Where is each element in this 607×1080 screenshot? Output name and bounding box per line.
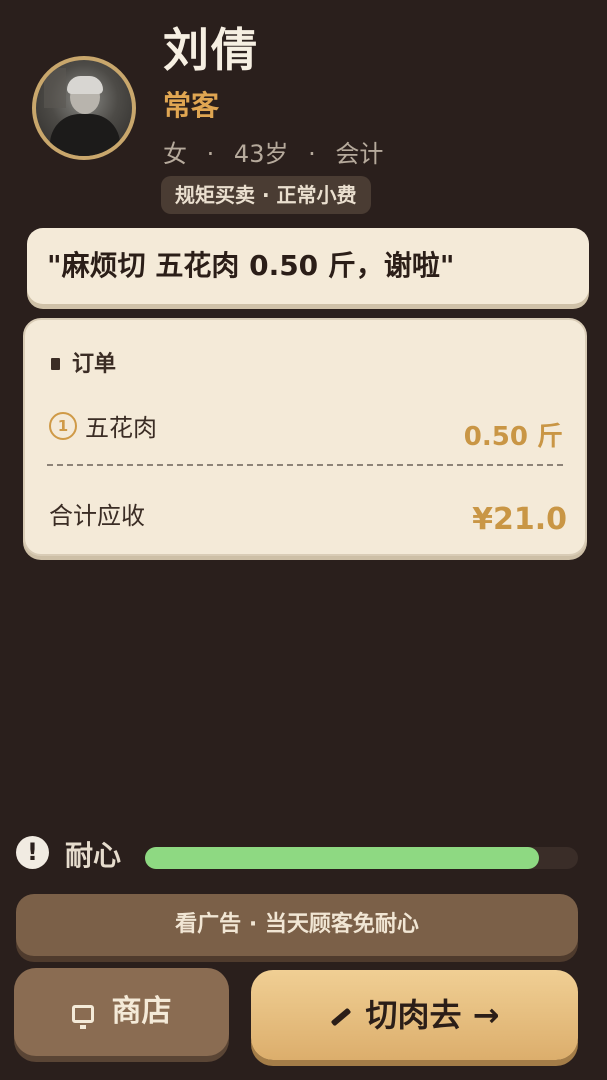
patience-bar-fill <box>145 847 540 869</box>
item-quantity: 0.50 斤 <box>463 422 563 452</box>
customer-age: 43岁 <box>233 140 289 168</box>
customer-speech: "麻烦切 五花肉 0.50 斤，谢啦" <box>27 228 589 304</box>
customer-info: 女 · 43岁 · 会计 <box>163 134 383 169</box>
info-separator: · <box>206 140 215 168</box>
shop-button-label: 商店 <box>111 994 172 1029</box>
knife-icon <box>330 1007 351 1027</box>
order-title: 订单 <box>72 352 117 377</box>
customer-trait-badge: 规矩买卖 · 正常小费 <box>161 176 371 214</box>
divider <box>47 464 563 466</box>
customer-gender: 女 <box>163 140 187 168</box>
total-label: 合计应收 <box>49 502 145 530</box>
patience-label: 耐心 <box>65 839 122 872</box>
monitor-icon <box>71 1005 94 1029</box>
item-name: 五花肉 <box>85 414 157 442</box>
customer-name: 刘倩 <box>163 23 259 77</box>
cut-meat-button-label: 切肉去 → <box>365 996 500 1034</box>
watch-ad-button[interactable]: 看广告 · 当天顾客免耐心 <box>16 894 578 956</box>
warning-icon: ! <box>16 836 49 869</box>
customer-avatar <box>32 56 136 160</box>
patience-bar <box>145 847 578 869</box>
cut-meat-button[interactable]: 切肉去 → <box>251 970 578 1060</box>
item-index: 1 <box>49 412 77 440</box>
customer-job: 会计 <box>335 140 384 168</box>
document-icon <box>51 358 60 370</box>
order-card: 订单 1 五花肉 0.50 斤 合计应收 ¥21.0 <box>23 318 587 556</box>
order-header: 订单 <box>51 346 116 378</box>
total-value: ¥21.0 <box>472 502 567 537</box>
shop-button[interactable]: 商店 <box>14 968 229 1056</box>
info-separator: · <box>308 140 316 168</box>
customer-type: 常客 <box>163 89 220 122</box>
